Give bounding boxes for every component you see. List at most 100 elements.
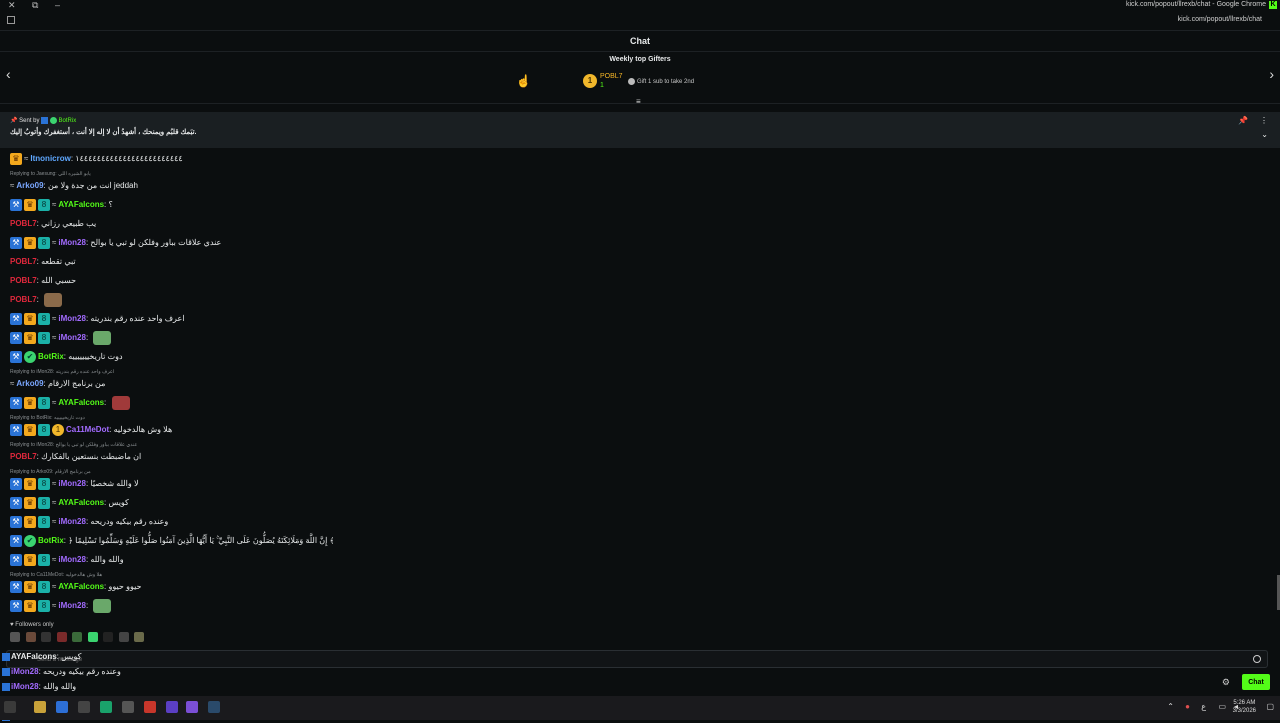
message-username[interactable]: Arko09 (16, 181, 43, 190)
reply-context[interactable]: Replying to Jaesung: يابو الشيره اللي (10, 171, 91, 179)
clock[interactable]: 5:26 AM 3/3/2026 (1233, 699, 1256, 715)
message-username[interactable]: AYAFalcons (58, 582, 104, 591)
app-icon[interactable] (100, 701, 112, 713)
reply-context[interactable]: Replying to Arko09: من برنامج الارقام (10, 469, 91, 477)
expand-chevron-icon[interactable]: ⌄ (1261, 130, 1268, 139)
sub-badge-icon[interactable]: ≈ (10, 378, 14, 390)
emote-image[interactable] (111, 396, 130, 410)
emote-icon[interactable] (87, 632, 98, 642)
sub-badge-icon[interactable]: ≈ (52, 332, 56, 344)
browser-icon[interactable] (56, 701, 68, 713)
gifter-badge-icon[interactable]: 1 (52, 423, 64, 436)
crown-badge-icon[interactable]: ♛ (24, 423, 36, 436)
subscriber-badge-icon[interactable]: 8 (38, 515, 50, 528)
restore-icon[interactable]: ⧉ (32, 0, 38, 11)
crown-badge-icon[interactable]: ♛ (24, 580, 36, 593)
emote-icon[interactable] (103, 632, 114, 642)
message-username[interactable]: AYAFalcons (58, 498, 104, 507)
bot-badge-icon[interactable]: ⚒ (10, 553, 22, 566)
bot-badge-icon[interactable]: ⚒ (10, 350, 22, 363)
reply-context[interactable]: Replying to iMon28: اعرف واحد عنده رقم ب… (10, 369, 114, 377)
emote-image[interactable] (44, 293, 63, 307)
app-icon[interactable] (144, 701, 156, 713)
message-username[interactable]: iMon28 (58, 314, 86, 323)
next-arrow-icon[interactable]: › (1269, 66, 1274, 82)
emote-icon[interactable] (134, 632, 145, 642)
subscriber-badge-icon[interactable]: 8 (38, 496, 50, 509)
sub-badge-icon[interactable]: ≈ (52, 397, 56, 409)
sub-badge-icon[interactable]: ≈ (52, 199, 56, 211)
collapse-icon[interactable]: ≡ (636, 97, 641, 106)
message-username[interactable]: iMon28 (58, 333, 86, 342)
subscriber-badge-icon[interactable]: 8 (38, 397, 50, 409)
crown-badge-icon[interactable]: ♛ (24, 515, 36, 528)
steam-icon[interactable] (208, 701, 220, 713)
message-username[interactable]: Ca11MeDot (66, 425, 109, 434)
sub-badge-icon[interactable]: ≈ (24, 153, 28, 165)
emote-image[interactable] (93, 331, 112, 345)
subscriber-badge-icon[interactable]: 8 (38, 477, 50, 490)
reply-context[interactable]: Replying to Ca11MeDot: هلا وش هالدخوليه (10, 572, 102, 580)
message-username[interactable]: iMon28 (58, 479, 86, 488)
message-username[interactable]: iMon28 (58, 555, 86, 564)
crown-badge-icon[interactable]: ♛ (24, 236, 36, 249)
crown-badge-icon[interactable]: ♛ (24, 397, 36, 409)
crown-badge-icon[interactable]: ♛ (10, 152, 22, 165)
message-username[interactable]: iMon28 (58, 601, 86, 610)
subscriber-badge-icon[interactable]: 8 (38, 423, 50, 436)
bot-badge-icon[interactable]: ⚒ (10, 580, 22, 593)
message-username[interactable]: iMon28 (58, 517, 86, 526)
emote-icon[interactable] (56, 632, 67, 642)
display-icon[interactable]: ▭ (1218, 702, 1226, 711)
crown-badge-icon[interactable]: ♛ (24, 198, 36, 211)
message-username[interactable]: AYAFalcons (58, 398, 104, 407)
close-icon[interactable]: ✕ (8, 0, 16, 11)
crown-badge-icon[interactable]: ♛ (24, 600, 36, 612)
tray-chevron-icon[interactable]: ⌃ (1167, 702, 1174, 711)
gear-icon[interactable]: ⚙ (1222, 677, 1230, 688)
app-icon[interactable] (122, 701, 134, 713)
message-username[interactable]: POBL7 (10, 257, 37, 266)
start-icon[interactable] (4, 701, 16, 713)
emote-icon[interactable] (118, 632, 129, 642)
message-username[interactable]: BotRix (38, 352, 64, 361)
reply-context[interactable]: Replying to iMon28: عندي علاقات بباور وف… (10, 442, 137, 450)
bot-badge-icon[interactable]: ⚒ (10, 496, 22, 509)
mic-icon[interactable]: ● (1185, 702, 1190, 711)
emote-icon[interactable] (25, 632, 36, 642)
subscriber-badge-icon[interactable]: 8 (38, 312, 50, 325)
more-options-icon[interactable]: ⋮ (1260, 116, 1268, 125)
pinned-sender[interactable]: BotRix (59, 118, 77, 124)
sub-badge-icon[interactable]: ≈ (52, 313, 56, 325)
crown-badge-icon[interactable]: ♛ (24, 496, 36, 509)
sub-badge-icon[interactable]: ≈ (52, 554, 56, 566)
obs-icon[interactable] (186, 701, 198, 713)
bot-badge-icon[interactable]: ⚒ (10, 534, 22, 547)
sub-badge-icon[interactable]: ≈ (52, 497, 56, 509)
reply-context[interactable]: Replying to BotRix: دوت تاريخيييييه (10, 415, 85, 423)
send-chat-button[interactable]: Chat (1242, 674, 1270, 690)
subscriber-badge-icon[interactable]: 8 (38, 580, 50, 593)
emoji-icon[interactable] (1253, 655, 1261, 663)
url-text[interactable]: kick.com/popout/llrexb/chat (1178, 16, 1262, 23)
crown-badge-icon[interactable]: ♛ (24, 477, 36, 490)
verified-badge-icon[interactable]: ✔ (24, 534, 36, 547)
top-gifter-name[interactable]: POBL7 (600, 73, 623, 80)
message-username[interactable]: POBL7 (10, 295, 37, 304)
bot-badge-icon[interactable]: ⚒ (10, 515, 22, 528)
bot-badge-icon[interactable]: ⚒ (10, 477, 22, 490)
sub-badge-icon[interactable]: ≈ (52, 478, 56, 490)
emote-image[interactable] (93, 599, 112, 613)
message-username[interactable]: POBL7 (10, 452, 37, 461)
file-explorer-icon[interactable] (34, 701, 46, 713)
emote-icon[interactable] (41, 632, 52, 642)
chat-messages[interactable]: ♛ ≈ Itnonicrow: ١٤٤٤٤٤٤٤٤٤٤٤٤٤٤٤٤٤٤٤٤٤٤٤٤ R… (0, 150, 1278, 620)
bot-badge-icon[interactable]: ⚒ (10, 198, 22, 211)
message-username[interactable]: BotRix (38, 536, 64, 545)
unpin-icon[interactable]: 📌 (1238, 116, 1248, 125)
notifications-icon[interactable]: ▢ (1266, 702, 1274, 711)
minimize-icon[interactable]: – (55, 0, 60, 10)
bot-badge-icon[interactable]: ⚒ (10, 236, 22, 249)
sidebar-toggle-icon[interactable] (7, 16, 15, 24)
sub-badge-icon[interactable]: ≈ (52, 600, 56, 612)
